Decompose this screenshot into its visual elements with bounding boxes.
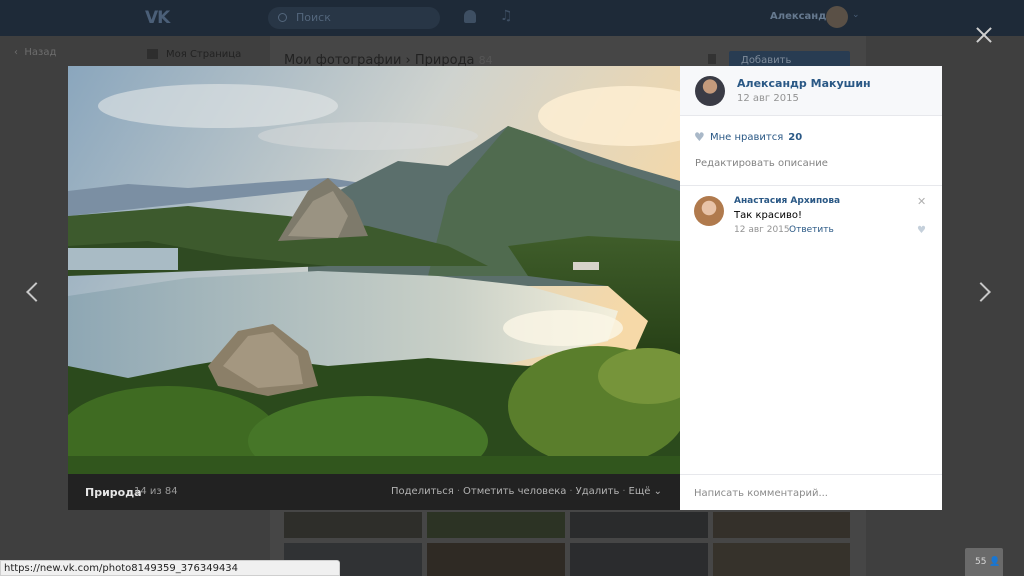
more-button[interactable]: Ещё: [629, 486, 651, 497]
author-name[interactable]: Александр Макушин: [737, 77, 871, 90]
photo-counter: 14 из 84: [134, 486, 178, 497]
comment-text: Так красиво!: [734, 210, 802, 221]
top-navigation-bar: VK Поиск ♫ Александр ⌄: [0, 0, 1024, 36]
close-icon[interactable]: ✕: [917, 195, 926, 208]
photo-info-bar: Природа 14 из 84 Поделиться · Отметить чел…: [68, 474, 680, 510]
comment-composer: [680, 474, 942, 510]
like-button[interactable]: ♥ Мне нравится 20: [694, 130, 803, 144]
header-user-name[interactable]: Александр: [770, 11, 833, 22]
sidebar-item-my-page[interactable]: Моя Страница: [166, 49, 241, 60]
search-placeholder: Поиск: [296, 11, 331, 24]
edit-description-link[interactable]: Редактировать описание: [695, 158, 828, 169]
commenter-avatar[interactable]: [694, 196, 724, 226]
album-thumbnail[interactable]: [284, 512, 422, 538]
next-photo-arrow-icon[interactable]: [971, 282, 991, 302]
author-avatar[interactable]: [695, 76, 725, 106]
vk-logo[interactable]: VK: [145, 8, 170, 28]
landscape-photo: [68, 66, 680, 474]
bell-icon[interactable]: [464, 10, 476, 23]
music-icon[interactable]: ♫: [500, 8, 513, 24]
online-friends-button[interactable]: 55 👤: [965, 548, 1003, 576]
album-thumbnail[interactable]: [713, 543, 850, 576]
online-count: 55: [975, 557, 987, 567]
album-thumbnail[interactable]: [427, 512, 565, 538]
comment-input[interactable]: [694, 484, 930, 502]
album-thumbnail[interactable]: [570, 512, 708, 538]
like-label: Мне нравится: [710, 132, 784, 143]
heart-icon: ♥: [694, 130, 705, 144]
separator-dot: ·: [456, 486, 460, 497]
like-count: 20: [788, 132, 803, 143]
search-field[interactable]: Поиск: [268, 7, 440, 29]
back-link[interactable]: ‹ Назад: [14, 47, 56, 58]
divider: [680, 185, 942, 186]
close-viewer-button[interactable]: [974, 25, 994, 45]
delete-button[interactable]: Удалить: [576, 486, 620, 497]
photo-image[interactable]: [68, 66, 680, 474]
share-button[interactable]: Поделиться: [391, 486, 454, 497]
reply-link[interactable]: Ответить: [789, 225, 834, 235]
back-label: Назад: [24, 47, 57, 58]
album-thumbnail[interactable]: [713, 512, 850, 538]
header-avatar[interactable]: [826, 6, 848, 28]
album-thumbnail[interactable]: [427, 543, 565, 576]
photo-side-panel: Александр Макушин 12 авг 2015 ♥ Мне нрави…: [680, 66, 942, 510]
person-icon: 👤: [989, 557, 1001, 567]
photo-date: 12 авг 2015: [737, 93, 799, 104]
chevron-left-icon: ‹: [14, 47, 18, 58]
photo-actions: Поделиться · Отметить человека · Удалить · Ещё…: [391, 486, 662, 497]
photo-viewer: Природа 14 из 84 Поделиться · Отметить чел…: [68, 66, 942, 510]
tag-person-button[interactable]: Отметить человека: [463, 486, 566, 497]
home-icon: [147, 49, 158, 59]
author-header: Александр Макушин 12 авг 2015: [680, 66, 942, 116]
heart-icon[interactable]: ♥: [917, 225, 926, 236]
chevron-down-icon[interactable]: ⌄: [852, 10, 860, 20]
album-thumbnail[interactable]: [570, 543, 708, 576]
comment-date: 12 авг 2015: [734, 225, 790, 235]
separator-dot: ·: [569, 486, 573, 497]
browser-status-url: https://new.vk.com/photo8149359_37634943…: [0, 560, 340, 576]
commenter-name[interactable]: Анастасия Архипова: [734, 196, 840, 206]
previous-photo-arrow-icon[interactable]: [26, 282, 46, 302]
chevron-down-icon[interactable]: ⌄: [654, 486, 662, 497]
download-icon[interactable]: [708, 54, 716, 64]
separator-dot: ·: [622, 486, 626, 497]
search-icon: [278, 13, 287, 22]
